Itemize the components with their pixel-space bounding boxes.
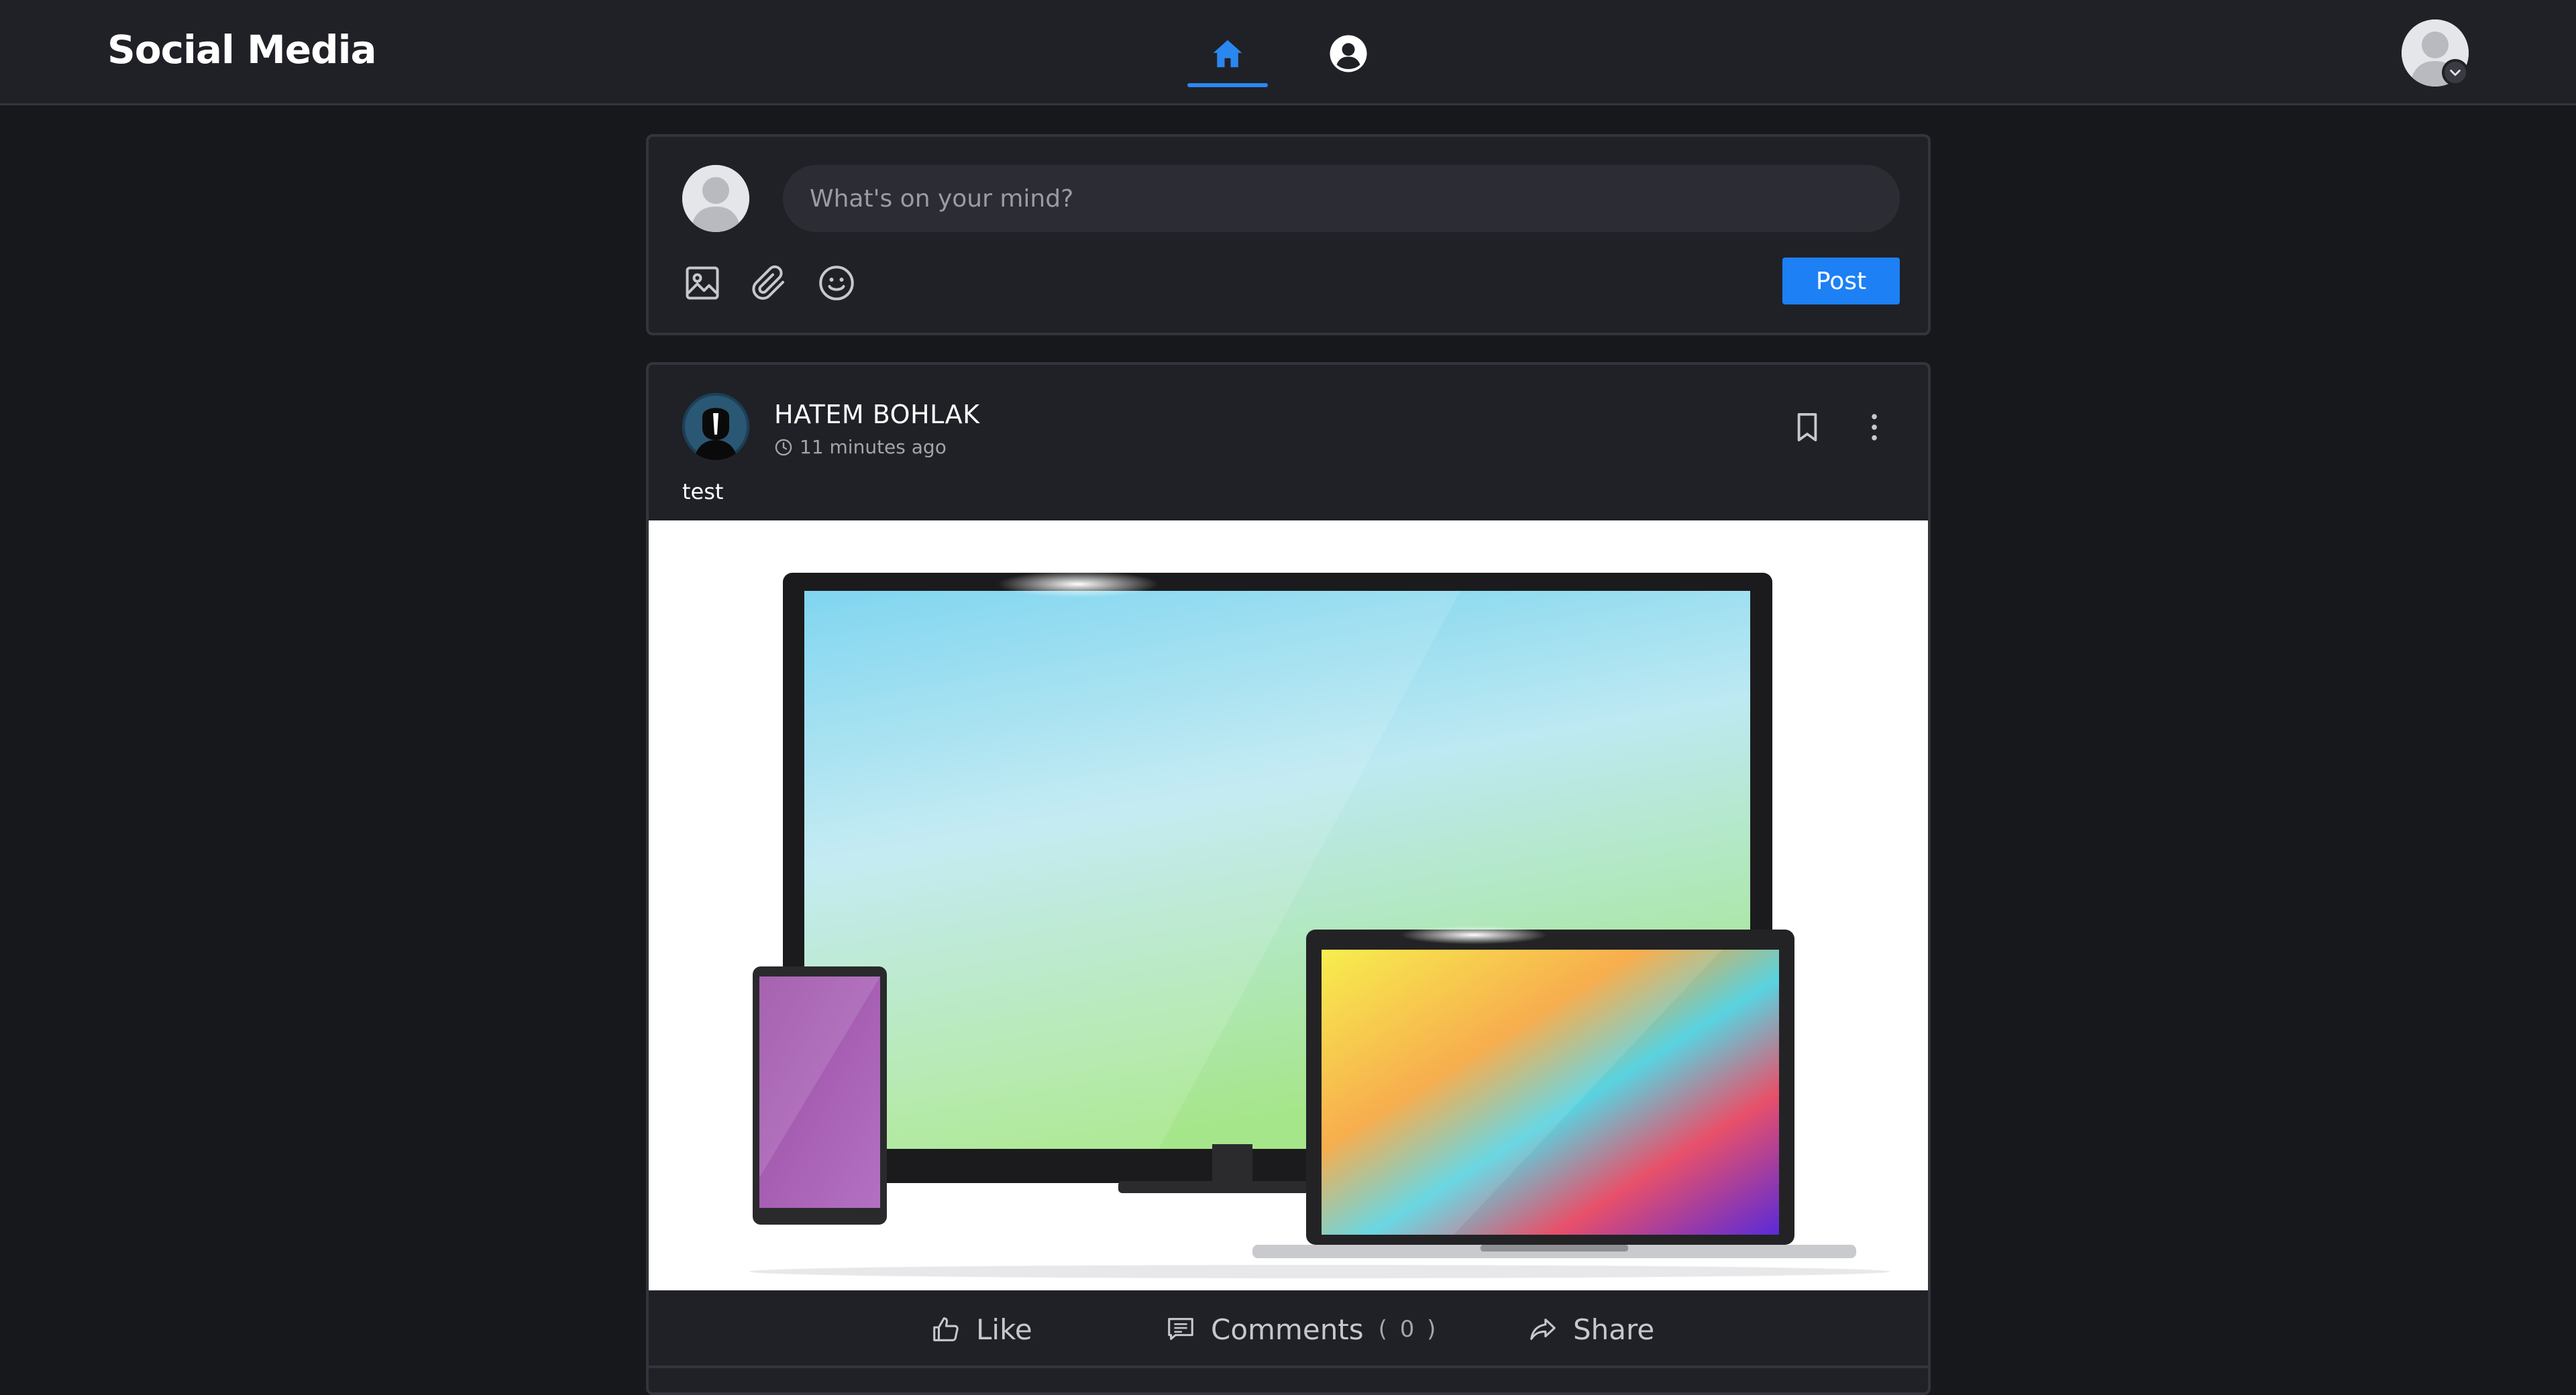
comments-label: Comments [1211,1313,1364,1346]
comments-count: ( 0 ) [1378,1316,1439,1343]
post-card: HATEM BOHLAK 11 minutes ago test Like Co… [646,362,1931,1395]
composer-avatar [682,165,749,232]
paperclip-icon [752,265,784,300]
post-time-text: 11 minutes ago [800,436,947,458]
top-navbar: Social Media [0,0,2576,105]
add-image-button[interactable] [682,263,722,303]
home-icon [1213,40,1242,68]
post-timestamp: 11 minutes ago [774,436,947,458]
more-vertical-icon [1872,414,1877,441]
default-avatar-icon [682,165,749,232]
like-button[interactable]: Like [930,1290,1032,1368]
post-button[interactable]: Post [1782,258,1900,304]
account-menu-toggle[interactable] [2442,59,2469,86]
nav-home-tab[interactable] [1187,20,1268,87]
brand-logo[interactable]: Social Media [107,27,377,72]
devices-illustration [749,571,1890,1278]
comment-icon [1168,1318,1193,1340]
author-avatar[interactable] [682,393,749,460]
attach-file-button[interactable] [749,263,790,303]
thumbs-up-icon [933,1317,959,1341]
bookmark-icon [1797,412,1817,442]
post-text: test [682,479,724,504]
post-options-button[interactable] [1856,409,1892,445]
clock-icon [775,439,792,455]
active-tab-indicator [1187,83,1268,87]
share-button[interactable]: Share [1527,1290,1654,1368]
image-icon [686,266,719,300]
post-image[interactable] [649,520,1928,1290]
chevron-down-icon [2450,69,2461,76]
bookmark-button[interactable] [1789,409,1825,445]
post-actions-bar: Like Comments ( 0 ) Share [649,1290,1928,1368]
share-icon [1530,1319,1556,1340]
anonymous-avatar-icon [682,393,749,460]
post-author[interactable]: HATEM BOHLAK [774,400,980,429]
post-input[interactable] [783,165,1900,232]
share-label: Share [1573,1313,1655,1346]
post-composer: Post [646,134,1931,335]
comments-button[interactable]: Comments ( 0 ) [1165,1290,1438,1368]
user-circle-icon [1330,35,1367,72]
add-emoji-button[interactable] [816,263,857,303]
nav-profile-tab[interactable] [1308,20,1389,87]
like-label: Like [976,1313,1032,1346]
emoji-icon [819,266,854,300]
